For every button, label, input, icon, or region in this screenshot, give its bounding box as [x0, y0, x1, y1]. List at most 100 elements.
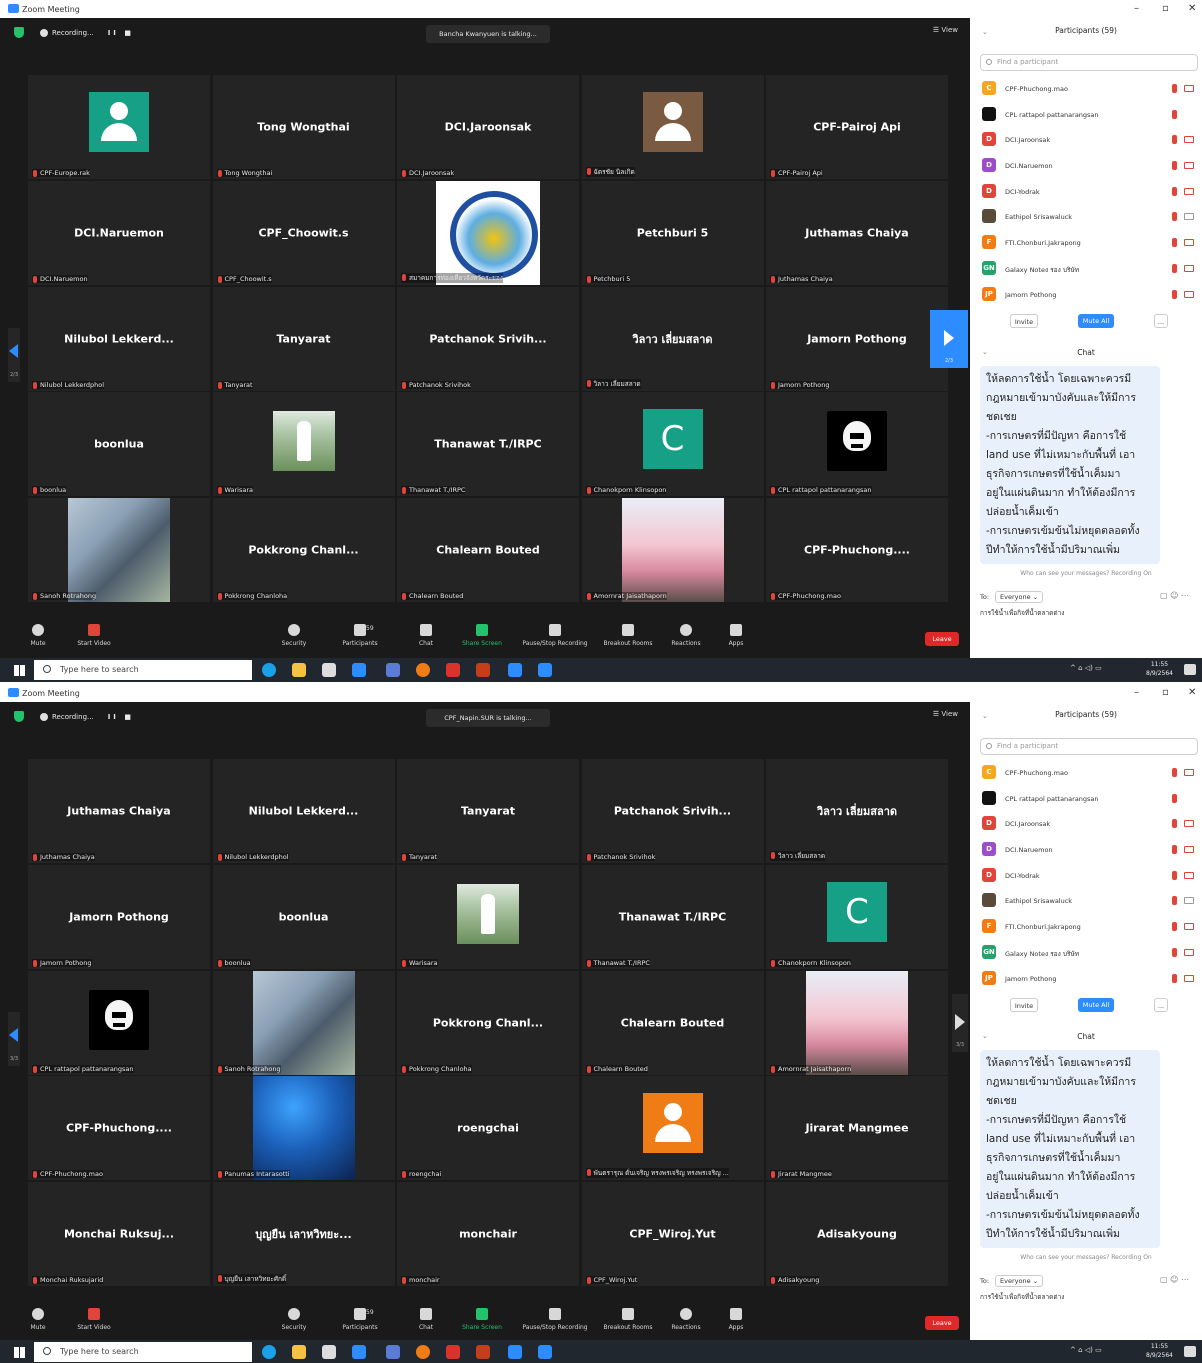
leave-button[interactable]: Leave: [925, 632, 959, 646]
participant-row[interactable]: C CPF-Phuchong.mao: [980, 760, 1200, 786]
video-tile[interactable]: CPL rattapol pattanarangsan: [766, 392, 948, 497]
participant-row[interactable]: F FTI.Chonburi.Jakrapong: [980, 230, 1200, 256]
video-tile[interactable]: Patchanok Srivih... Patchanok Srivihok: [581, 759, 764, 863]
video-tile[interactable]: C Chanokporn Klinsopon: [766, 864, 948, 969]
who-can-see-link[interactable]: Who can see your messages? Recording On: [970, 1254, 1202, 1261]
file-explorer-icon[interactable]: [292, 663, 306, 677]
video-tile[interactable]: Sanoh Rotrahong: [28, 498, 210, 603]
security-button[interactable]: Security: [264, 624, 324, 647]
word-icon[interactable]: [508, 1345, 522, 1359]
find-participant-input[interactable]: Find a participant: [980, 54, 1198, 71]
participant-row[interactable]: D DCI.Jaroonsak: [980, 127, 1200, 153]
more-button[interactable]: ...: [1154, 314, 1168, 328]
notifications-icon[interactable]: [1184, 664, 1196, 675]
firefox-icon[interactable]: [416, 1345, 430, 1359]
recipient-dropdown[interactable]: Everyone ⌄: [995, 1275, 1044, 1287]
taskbar-clock[interactable]: 11:55 8/9/2564: [1146, 1342, 1173, 1360]
emoji-icon[interactable]: ☺: [1170, 1275, 1178, 1284]
more-icon[interactable]: ⋯: [1181, 1275, 1189, 1284]
taskbar-search-input[interactable]: Type here to search: [34, 660, 252, 680]
video-tile[interactable]: Petchburi 5 Petchburi 5: [581, 180, 764, 285]
powerpoint-icon[interactable]: [476, 663, 490, 677]
participant-row[interactable]: Eathipol Srisawaluck: [980, 204, 1200, 230]
chat-input[interactable]: การใช้น้ำเพื่อกิจที่น้ำตลาดต่าง: [980, 608, 1064, 618]
video-tile[interactable]: CPF_Choowit.s CPF_Choowit.s: [212, 180, 395, 285]
participant-row[interactable]: D DCI.Naruemon: [980, 153, 1200, 179]
edge-icon[interactable]: [262, 663, 276, 677]
video-tile[interactable]: Jirarat Mangmee Jirarat Mangmee: [766, 1076, 948, 1181]
firefox-icon[interactable]: [416, 663, 430, 677]
maximize-icon[interactable]: ▫: [1162, 3, 1169, 14]
video-tile[interactable]: Juthamas Chaiya Juthamas Chaiya: [28, 759, 210, 863]
mute-button[interactable]: Mute: [8, 1308, 68, 1331]
video-tile[interactable]: CPF_Wiroj.Yut CPF_Wiroj.Yut: [581, 1182, 764, 1287]
video-tile[interactable]: Patchanok Srivih... Patchanok Srivihok: [397, 286, 579, 391]
app-icon[interactable]: [386, 1345, 400, 1359]
chat-input[interactable]: การใช้น้ำเพื่อกิจที่น้ำตลาดต่าง: [980, 1292, 1064, 1302]
emoji-icon[interactable]: ☺: [1170, 591, 1178, 600]
video-tile[interactable]: Amornrat Jaisathaporn: [581, 498, 764, 603]
participant-row[interactable]: F FTI.Chonburi.Jakrapong: [980, 914, 1200, 940]
more-icon[interactable]: ⋯: [1181, 591, 1189, 600]
mute-all-button[interactable]: Mute All: [1078, 314, 1114, 328]
participant-row[interactable]: C CPF-Phuchong.mao: [980, 76, 1200, 102]
video-tile[interactable]: roengchai roengchai: [397, 1076, 579, 1181]
video-tile[interactable]: Adisakyoung Adisakyoung: [766, 1182, 948, 1287]
windows-start-icon[interactable]: [14, 1347, 25, 1358]
next-page-button[interactable]: 3/3: [952, 994, 968, 1052]
pdf-icon[interactable]: [446, 1345, 460, 1359]
taskbar-clock[interactable]: 11:55 8/9/2564: [1146, 660, 1173, 678]
video-tile[interactable]: ฉัตรชัย นิลเกิด: [581, 75, 764, 179]
mail-icon[interactable]: [352, 663, 366, 677]
video-tile[interactable]: บุญยืน เลาหวิทยะ... บุญยืน เลาหวิทยะศักดิ…: [212, 1182, 395, 1287]
minimize-icon[interactable]: –: [1134, 687, 1139, 698]
video-tile[interactable]: Nilubol Lekkerd... Nilubol Lekkerdphol: [212, 759, 395, 863]
video-tile[interactable]: Thanawat T./IRPC Thanawat T./IRPC: [397, 392, 579, 497]
zoom-taskbar-icon[interactable]: [538, 1345, 552, 1359]
security-shield-icon[interactable]: [14, 711, 24, 722]
video-tile[interactable]: Thanawat T./IRPC Thanawat T./IRPC: [581, 864, 764, 969]
who-can-see-link[interactable]: Who can see your messages? Recording On: [970, 570, 1202, 577]
participant-row[interactable]: JP Jamorn Pothong: [980, 966, 1200, 992]
video-tile[interactable]: Chalearn Bouted Chalearn Bouted: [397, 498, 579, 603]
file-explorer-icon[interactable]: [292, 1345, 306, 1359]
file-icon[interactable]: ▢: [1160, 591, 1168, 600]
zoom-taskbar-icon[interactable]: [538, 663, 552, 677]
video-tile[interactable]: Jamorn Pothong Jamorn Pothong: [766, 286, 948, 391]
participant-row[interactable]: Eathipol Srisawaluck: [980, 888, 1200, 914]
video-tile[interactable]: Tanyarat Tanyarat: [212, 286, 395, 391]
video-tile[interactable]: Amornrat Jaisathaporn: [766, 970, 948, 1075]
video-tile[interactable]: CPF-Phuchong.... CPF-Phuchong.mao: [766, 498, 948, 603]
edge-icon[interactable]: [262, 1345, 276, 1359]
recording-indicator[interactable]: Recording... II ■: [34, 25, 142, 41]
store-icon[interactable]: [322, 663, 336, 677]
taskbar-search-input[interactable]: Type here to search: [34, 1342, 252, 1362]
pdf-icon[interactable]: [446, 663, 460, 677]
mute-all-button[interactable]: Mute All: [1078, 998, 1114, 1012]
participants-button[interactable]: 59 Participants: [330, 624, 390, 647]
security-shield-icon[interactable]: [14, 27, 24, 38]
minimize-icon[interactable]: –: [1134, 3, 1139, 14]
video-tile[interactable]: boonlua boonlua: [212, 864, 395, 969]
store-icon[interactable]: [322, 1345, 336, 1359]
video-tile[interactable]: Nilubol Lekkerd... Nilubol Lekkerdphol: [28, 286, 210, 391]
recipient-dropdown[interactable]: Everyone ⌄: [995, 591, 1044, 603]
apps-button[interactable]: Apps: [706, 624, 766, 647]
video-tile[interactable]: CPF-Europe.rak: [28, 75, 210, 179]
video-tile[interactable]: CPL rattapol pattanarangsan: [28, 970, 210, 1075]
video-tile[interactable]: Tong Wongthai Tong Wongthai: [212, 75, 395, 179]
video-tile[interactable]: DCI.Naruemon DCI.Naruemon: [28, 180, 210, 285]
participant-row[interactable]: D DCI.Jaroonsak: [980, 811, 1200, 837]
chat-button[interactable]: Chat: [396, 1308, 456, 1331]
start-video-button[interactable]: Start Video: [64, 624, 124, 647]
pause-recording-button[interactable]: Pause/Stop Recording: [516, 624, 594, 647]
word-icon[interactable]: [508, 663, 522, 677]
recording-controls[interactable]: II ■: [108, 713, 134, 721]
start-video-button[interactable]: Start Video: [64, 1308, 124, 1331]
participant-row[interactable]: GN Galaxy Noteง รอง บริษัท: [980, 256, 1200, 282]
view-button[interactable]: ☰ View: [933, 26, 958, 34]
video-tile[interactable]: Warisara: [212, 392, 395, 497]
video-tile[interactable]: Panumas Intarasotti: [212, 1076, 395, 1181]
notifications-icon[interactable]: [1184, 1346, 1196, 1357]
participant-row[interactable]: D DCI.Naruemon: [980, 837, 1200, 863]
